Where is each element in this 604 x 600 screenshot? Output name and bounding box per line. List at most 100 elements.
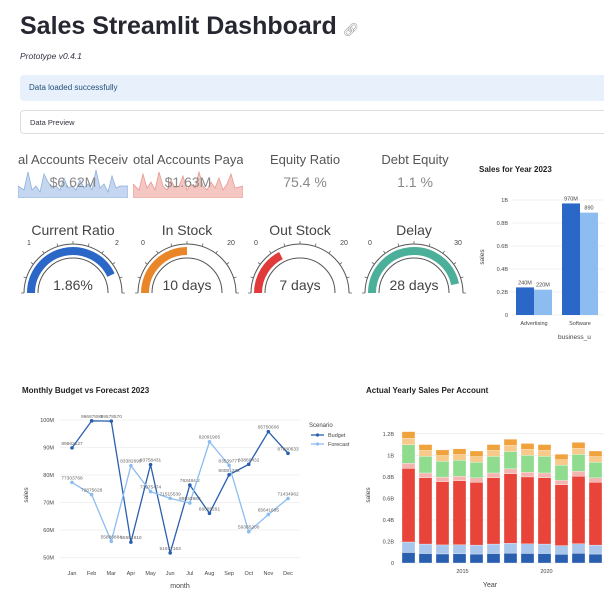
stacked-bar-segment — [588, 477, 603, 483]
gauge-tick — [87, 243, 90, 247]
gauge-tick — [112, 262, 116, 265]
link-icon[interactable]: 🔗︎ — [343, 22, 360, 37]
kpi-label: otal Accounts Payabl — [133, 152, 243, 167]
gauge-max-label: 30 — [454, 240, 462, 247]
data-label: 51677163 — [160, 546, 182, 552]
stacked-bar-segment — [435, 461, 450, 478]
stacked-bar-segment — [537, 444, 552, 451]
gauge-tick — [328, 250, 331, 254]
y-tick-label: 0.6B — [383, 496, 395, 502]
gauge-tick — [428, 243, 431, 247]
kpi-label: Debt Equity — [381, 152, 449, 167]
kpi-accounts-payable: otal Accounts Payabl $1.63M — [133, 148, 243, 200]
x-tick-label: Nov — [263, 571, 273, 577]
y-axis-label: sales — [365, 487, 372, 503]
data-label: 99578570 — [101, 414, 123, 420]
stacked-bar-segment — [469, 482, 484, 546]
stacked-bar-segment — [554, 480, 569, 485]
legend-marker — [315, 433, 320, 437]
y-tick-label: 0 — [391, 561, 394, 567]
status-alert: Data loaded successfully — [20, 75, 604, 101]
stacked-bar-segment — [452, 476, 467, 481]
stacked-bar-segment — [571, 442, 586, 449]
page-title: Sales Streamlit Dashboard 🔗︎ — [20, 12, 359, 41]
data-label: 66085291 — [199, 506, 221, 512]
stacked-bar-segment — [452, 553, 467, 564]
data-label: 95750606 — [258, 425, 280, 431]
stacked-bar-segment — [588, 456, 603, 463]
gauge-tick — [453, 262, 457, 265]
stacked-bar-segment — [486, 472, 501, 478]
stacked-bar-segment — [554, 545, 569, 555]
stacked-bar-segment — [486, 450, 501, 457]
gauge-tick — [339, 262, 343, 265]
kpi-value: 1.1 % — [397, 174, 433, 190]
y-tick-label: 0.4B — [383, 518, 395, 524]
gauge-label: In Stock — [162, 222, 214, 238]
gauge-label: Delay — [396, 222, 432, 238]
data-label: 99687890 — [81, 414, 103, 420]
gauge-min-label: 0 — [254, 240, 258, 247]
y-tick-label: 70M — [43, 501, 54, 507]
y-tick-label: 50M — [43, 556, 54, 562]
expander-label: Data Preview — [30, 118, 75, 127]
bar-data-label: 240M — [518, 280, 532, 286]
gauge-tick — [250, 276, 254, 279]
x-tick-label: Apr — [127, 571, 136, 577]
sales-2023-chart: 0 0.2B 0.4B 0.6B 0.8B 1B sales 240M 220M Advertis… — [479, 196, 604, 341]
gauge-tick — [170, 243, 173, 247]
stacked-bar-segment — [588, 553, 603, 564]
y-tick-label: 0.2B — [383, 539, 395, 545]
gauge-min-label: 0 — [368, 240, 372, 247]
x-tick-label: Aug — [205, 571, 215, 577]
stacked-bar-segment — [418, 444, 433, 451]
stacked-bar-segment — [469, 462, 484, 479]
stacked-bar-segment — [435, 455, 450, 462]
stacked-bar-segment — [537, 553, 552, 564]
kpi-debt-equity: Debt Equity 1.1 % — [360, 148, 470, 200]
data-label: 83880432 — [238, 457, 260, 463]
stacked-bar-segment — [537, 543, 552, 554]
stacked-bar-segment — [418, 553, 433, 564]
stacked-bar-segment — [401, 462, 416, 469]
stacked-bar-segment — [418, 477, 433, 545]
bar-data-label: 220M — [536, 283, 550, 289]
gauge-max-label: 20 — [227, 240, 235, 247]
gauge-tick — [144, 262, 148, 265]
stacked-bar-segment — [537, 472, 552, 478]
y-tick-label: 1.2B — [383, 432, 395, 438]
stacked-bar-segment — [537, 456, 552, 474]
stacked-bar-segment — [537, 477, 552, 545]
chart-title: Monthly Budget vs Forecast 2023 — [22, 386, 150, 395]
stacked-bar-segment — [588, 462, 603, 479]
gauge-tick — [283, 243, 286, 247]
y-tick-label: 80M — [43, 473, 54, 479]
bar — [516, 287, 534, 315]
stacked-bar-segment — [401, 444, 416, 464]
stacked-bar-segment — [401, 541, 416, 553]
stacked-bar-segment — [503, 473, 518, 544]
stacked-bar-segment — [452, 448, 467, 455]
y-tick-label: 60M — [43, 528, 54, 534]
gauge-tick — [346, 276, 350, 279]
data-label: 80081332 — [218, 468, 240, 474]
stacked-bar-segment — [520, 472, 535, 478]
y-tick-label: 1B — [501, 198, 508, 204]
gauge-max-label: 2 — [115, 240, 119, 247]
gauge-label: Out Stock — [269, 222, 331, 238]
stacked-bar-segment — [520, 455, 535, 473]
kpi-accounts-receivable: al Accounts Receival $6.62M — [18, 148, 128, 200]
data-preview-expander[interactable]: Data Preview — [20, 110, 604, 134]
gauge-row: Current Ratio1 2 1.86% In Stock 0 20 10 days Ou… — [21, 222, 466, 294]
data-label: 71515539 — [160, 491, 182, 497]
stacked-bar-segment — [571, 543, 586, 554]
stacked-bar-segment — [435, 476, 450, 482]
x-tick-label: May — [145, 571, 156, 577]
x-tick-label: Sep — [224, 571, 234, 577]
stacked-bar-segment — [554, 454, 569, 460]
gauge-tick — [397, 243, 400, 247]
gauge-value: 10 days — [162, 277, 211, 293]
stacked-bar-segment — [503, 439, 518, 446]
data-label: 65641695 — [258, 507, 280, 513]
data-label: 55880884 — [101, 534, 123, 540]
